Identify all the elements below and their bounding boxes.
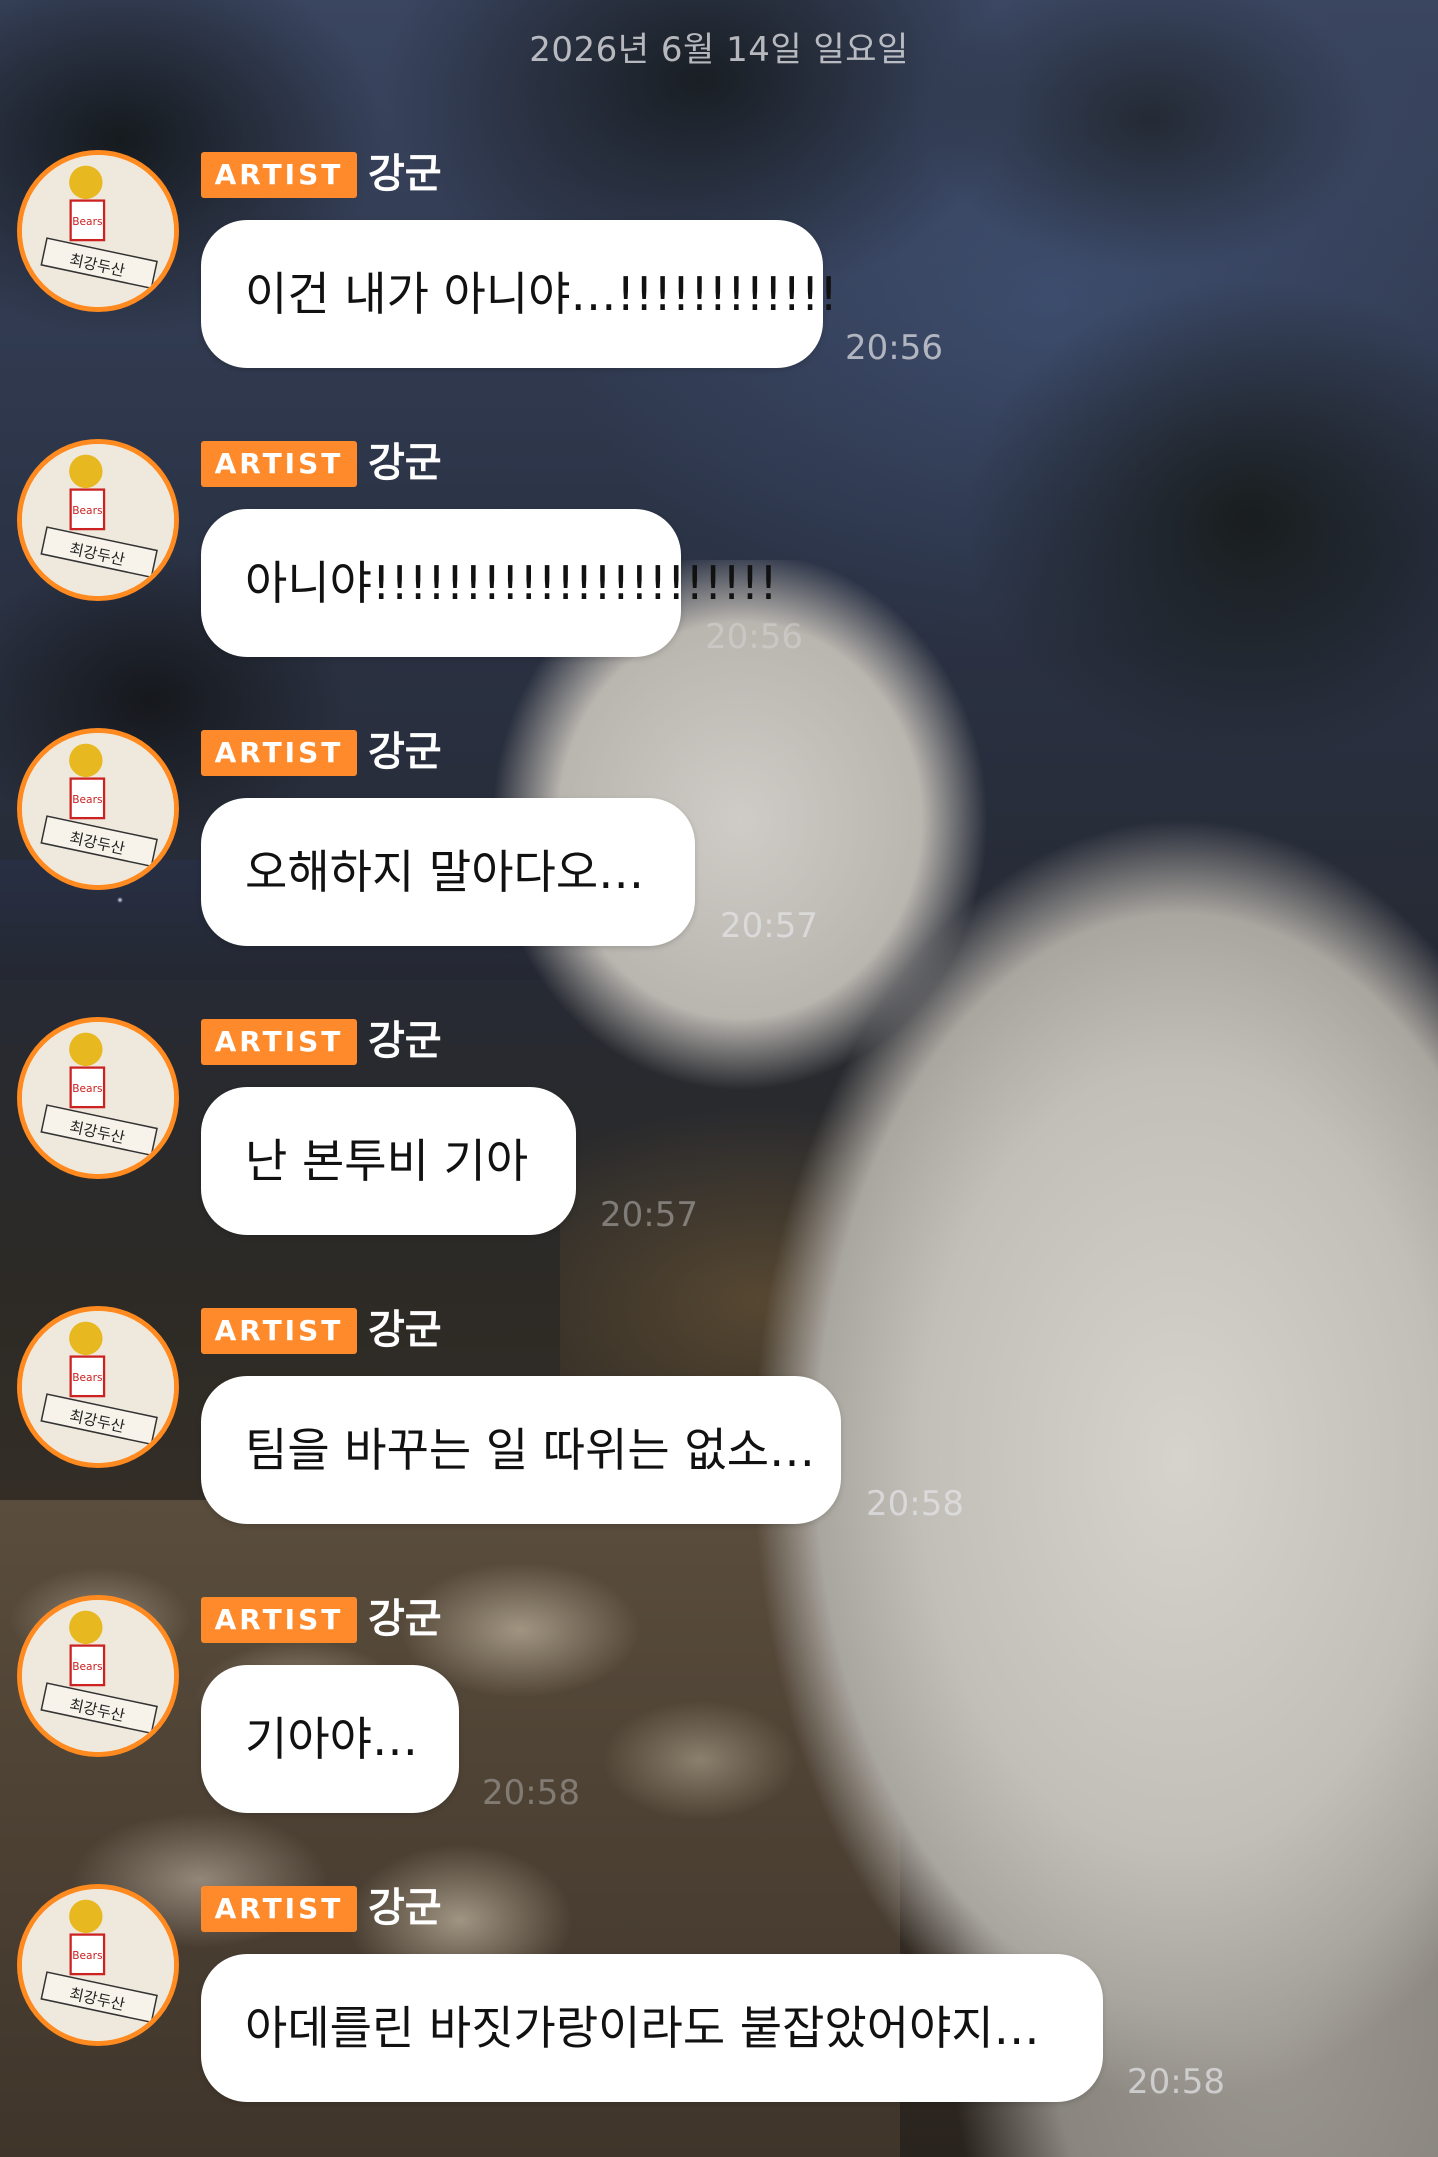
- message-time: 20:58: [482, 1773, 580, 1813]
- artist-badge: ARTIST: [201, 441, 357, 487]
- sender-name: 강군: [368, 151, 442, 197]
- artist-badge: ARTIST: [201, 1886, 357, 1932]
- avatar-image-icon: Bears 최강두산: [22, 1311, 174, 1463]
- artist-badge: ARTIST: [201, 1019, 357, 1065]
- message-bubble[interactable]: 아데를린 바짓가랑이라도 붙잡았어야지…: [201, 1954, 1103, 2102]
- svg-text:Bears: Bears: [72, 793, 103, 806]
- message-time: 20:58: [1127, 2062, 1225, 2102]
- message-time: 20:58: [866, 1484, 964, 1524]
- avatar-image-icon: Bears 최강두산: [22, 155, 174, 307]
- svg-text:Bears: Bears: [72, 1082, 103, 1095]
- sender-name: 강군: [368, 1885, 442, 1931]
- svg-text:Bears: Bears: [72, 504, 103, 517]
- avatar[interactable]: Bears 최강두산: [17, 1017, 179, 1179]
- artist-badge: ARTIST: [201, 152, 357, 198]
- avatar-image-icon: Bears 최강두산: [22, 1889, 174, 2041]
- svg-text:Bears: Bears: [72, 1949, 103, 1962]
- svg-text:Bears: Bears: [72, 1660, 103, 1673]
- avatar[interactable]: Bears 최강두산: [17, 150, 179, 312]
- message-bubble[interactable]: 이건 내가 아니야…!!!!!!!!!!!!: [201, 220, 838, 368]
- artist-badge: ARTIST: [201, 1597, 357, 1643]
- sender-name: 강군: [368, 1596, 442, 1642]
- artist-badge: ARTIST: [201, 1308, 357, 1354]
- avatar[interactable]: Bears 최강두산: [17, 1595, 179, 1757]
- message-time: 20:56: [705, 617, 803, 657]
- message-time: 20:57: [600, 1195, 698, 1235]
- avatar[interactable]: Bears 최강두산: [17, 728, 179, 890]
- message-bubble[interactable]: 팀을 바꾸는 일 따위는 없소…: [201, 1376, 841, 1524]
- avatar-image-icon: Bears 최강두산: [22, 733, 174, 885]
- message-time: 20:56: [845, 328, 943, 368]
- sender-name: 강군: [368, 1018, 442, 1064]
- date-divider: 2026년 6월 14일 일요일: [529, 30, 909, 70]
- sender-name: 강군: [368, 1307, 442, 1353]
- avatar[interactable]: Bears 최강두산: [17, 439, 179, 601]
- avatar-image-icon: Bears 최강두산: [22, 1022, 174, 1174]
- message-bubble[interactable]: 오해하지 말아다오…: [201, 798, 695, 946]
- sender-name: 강군: [368, 729, 442, 775]
- avatar-image-icon: Bears 최강두산: [22, 444, 174, 596]
- avatar-image-icon: Bears 최강두산: [22, 1600, 174, 1752]
- svg-text:Bears: Bears: [72, 1371, 103, 1384]
- sender-name: 강군: [368, 440, 442, 486]
- message-bubble[interactable]: 아니야!!!!!!!!!!!!!!!!!!!!!!: [201, 509, 778, 657]
- message-bubble[interactable]: 난 본투비 기아: [201, 1087, 576, 1235]
- avatar[interactable]: Bears 최강두산: [17, 1884, 179, 2046]
- message-time: 20:57: [720, 906, 818, 946]
- avatar[interactable]: Bears 최강두산: [17, 1306, 179, 1468]
- message-bubble[interactable]: 기아야…: [201, 1665, 459, 1813]
- artist-badge: ARTIST: [201, 730, 357, 776]
- svg-text:Bears: Bears: [72, 215, 103, 228]
